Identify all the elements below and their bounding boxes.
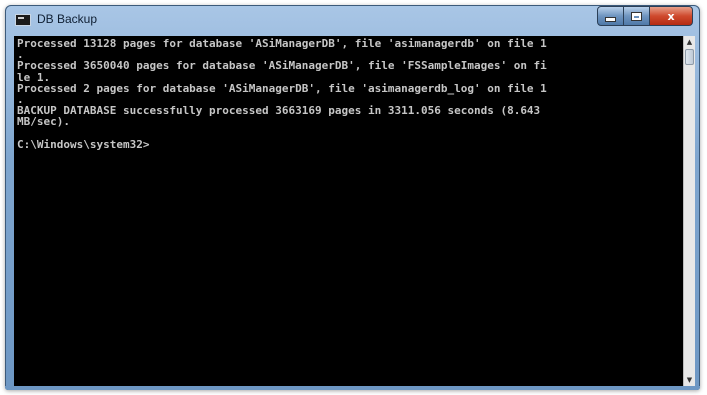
window-title: DB Backup: [37, 12, 98, 26]
scrollbar-thumb[interactable]: [685, 49, 694, 65]
minimize-icon: [606, 18, 615, 21]
console-line: MB/sec).: [17, 115, 70, 129]
caption-buttons: x: [597, 6, 693, 28]
maximize-button[interactable]: [623, 6, 650, 26]
console-window: DB Backup x Processed 13128 pages for da…: [5, 5, 700, 390]
console-line: Processed 3650040 pages for database 'AS…: [17, 59, 547, 73]
console-line: BACKUP DATABASE successfully processed 3…: [17, 104, 541, 118]
scroll-up-arrow-icon[interactable]: ▲: [684, 36, 695, 48]
minimize-button[interactable]: [597, 6, 624, 26]
console-text: Processed 13128 pages for database 'ASiM…: [14, 36, 683, 152]
console-line: Processed 2 pages for database 'ASiManag…: [17, 81, 547, 95]
close-button[interactable]: x: [649, 6, 693, 26]
window-frame-bottom: [5, 386, 700, 390]
close-icon: x: [667, 9, 675, 23]
vertical-scrollbar[interactable]: ▲ ▼: [683, 36, 695, 386]
command-prompt[interactable]: C:\Windows\system32>: [17, 138, 149, 151]
console-line: Processed 13128 pages for database 'ASiM…: [17, 37, 547, 50]
title-bar[interactable]: DB Backup x: [5, 5, 700, 35]
console-icon[interactable]: [15, 14, 31, 26]
console-output[interactable]: Processed 13128 pages for database 'ASiM…: [14, 36, 683, 386]
scroll-down-arrow-icon[interactable]: ▼: [684, 374, 695, 386]
maximize-icon: [632, 12, 641, 20]
